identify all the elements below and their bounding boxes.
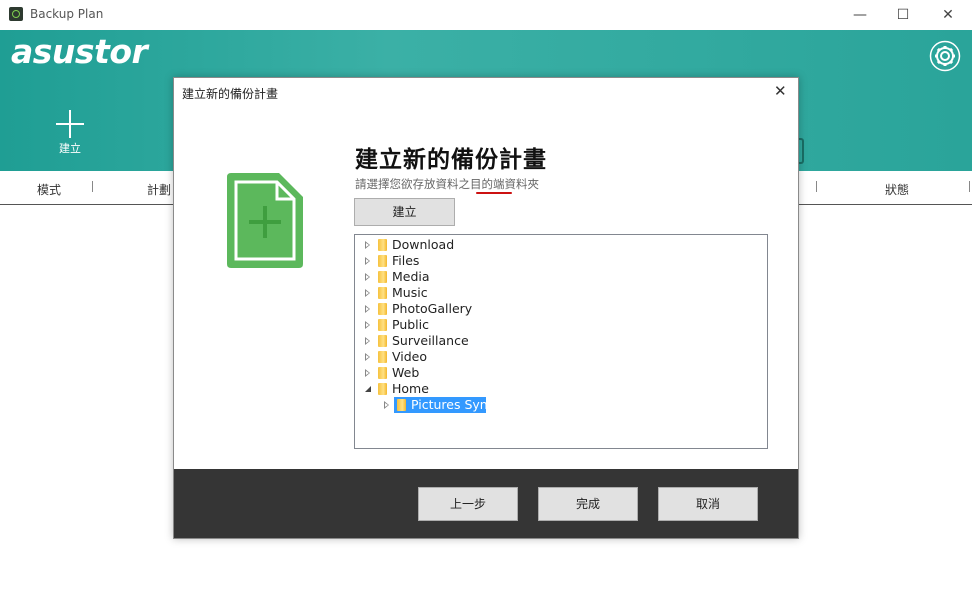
column-separator [92, 181, 93, 192]
cancel-button[interactable]: 取消 [658, 487, 758, 521]
spellcheck-underline [476, 192, 512, 194]
column-status[interactable]: 狀態 [885, 181, 909, 198]
create-folder-button[interactable]: 建立 [354, 198, 455, 226]
folder-icon [378, 319, 387, 331]
folder-icon [378, 303, 387, 315]
tree-item-label: Download [392, 237, 455, 252]
tree-item-label: Pictures Sync [411, 397, 495, 412]
tree-item-label: PhotoGallery [392, 301, 473, 316]
folder-icon [378, 255, 387, 267]
expand-arrow-icon[interactable] [365, 353, 370, 361]
column-separator [816, 181, 817, 192]
folder-icon [378, 367, 387, 379]
expand-arrow-icon[interactable] [365, 369, 370, 377]
dialog-close-button[interactable]: ✕ [774, 82, 787, 100]
dialog-title: 建立新的備份計畫 [182, 87, 279, 101]
column-mode[interactable]: 模式 [37, 181, 61, 198]
new-backup-plan-dialog: 建立新的備份計畫 ✕ 建立新的備份計畫 請選擇您欲存放資料之目的端資料夾 建立 … [173, 77, 799, 539]
tree-item-label: Video [392, 349, 428, 364]
expand-arrow-icon[interactable] [384, 401, 389, 409]
finish-button[interactable]: 完成 [538, 487, 638, 521]
expand-arrow-icon[interactable] [365, 305, 370, 313]
folder-icon [378, 287, 387, 299]
tree-item-label: Home [392, 381, 429, 396]
asustor-logo: asustor [11, 32, 148, 71]
expand-arrow-icon[interactable] [365, 241, 370, 249]
dialog-heading: 建立新的備份計畫 [355, 147, 547, 173]
close-window-button[interactable]: ✕ [933, 4, 963, 26]
expand-arrow-icon[interactable] [365, 273, 370, 281]
column-plan[interactable]: 計劃 [147, 181, 171, 198]
expand-arrow-icon[interactable] [365, 289, 370, 297]
back-button[interactable]: 上一步 [418, 487, 518, 521]
maximize-button[interactable]: ☐ [888, 4, 918, 26]
folder-icon [378, 335, 387, 347]
dialog-subtitle: 請選擇您欲存放資料之目的端資料夾 [355, 177, 539, 191]
expand-arrow-icon[interactable] [365, 321, 370, 329]
gear-icon[interactable] [929, 40, 961, 72]
folder-tree[interactable]: Download Files Media Music PhotoGallery … [354, 234, 768, 449]
folder-icon [378, 351, 387, 363]
tree-item-label: Files [392, 253, 420, 268]
window-titlebar: Backup Plan — ☐ ✕ [0, 0, 972, 30]
new-document-icon [227, 173, 303, 268]
folder-icon [397, 399, 406, 411]
folder-icon [378, 239, 387, 251]
column-separator [969, 181, 970, 192]
folder-icon [378, 383, 387, 395]
minimize-button[interactable]: — [845, 4, 875, 26]
tree-item-label: Music [392, 285, 428, 300]
expand-arrow-icon[interactable] [365, 337, 370, 345]
expand-arrow-icon[interactable] [365, 257, 370, 265]
collapse-arrow-icon[interactable] [365, 386, 371, 392]
window-title: Backup Plan [30, 7, 104, 21]
tree-item-label: Media [392, 269, 430, 284]
folder-icon [378, 271, 387, 283]
app-icon [9, 7, 23, 21]
add-plan-label: 建立 [59, 142, 81, 155]
tree-item-label: Web [392, 365, 420, 380]
tree-item-label: Public [392, 317, 429, 332]
dialog-footer: 上一步 完成 取消 [174, 469, 798, 538]
tree-item-label: Surveillance [392, 333, 469, 348]
plus-icon [56, 110, 84, 138]
